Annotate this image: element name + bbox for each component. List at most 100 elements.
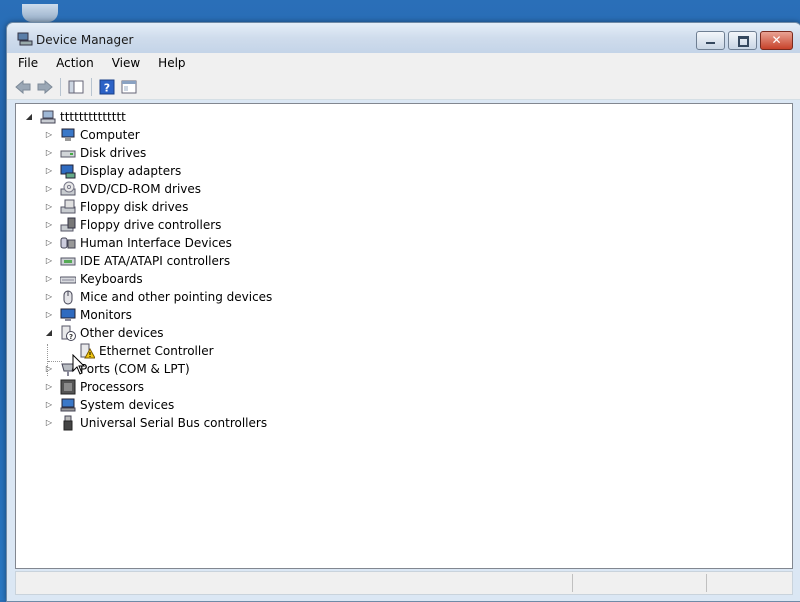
expand-arrow-icon[interactable]: ▷ <box>44 274 54 284</box>
device-manager-window: Device Manager ✕ File Action View Help ? <box>6 22 800 602</box>
tree-item-ide-controllers[interactable]: ▷ IDE ATA/ATAPI controllers <box>44 252 230 270</box>
minimize-button[interactable] <box>696 31 725 50</box>
tree-item-label: Processors <box>80 380 145 394</box>
expand-arrow-icon[interactable]: ▷ <box>44 364 54 374</box>
console-tree-icon <box>68 80 84 94</box>
tree-item-label: Computer <box>80 128 140 142</box>
expand-arrow-icon[interactable]: ▷ <box>44 130 54 140</box>
toolbar-separator <box>91 78 92 96</box>
tree-item-processors[interactable]: ▷ Processors <box>44 378 144 396</box>
tree-item-label: Floppy drive controllers <box>80 218 222 232</box>
menu-file[interactable]: File <box>7 53 45 75</box>
tree-item-computer[interactable]: ▷ Computer <box>44 126 140 144</box>
recycle-bin-icon[interactable] <box>22 4 58 22</box>
status-divider <box>706 574 707 592</box>
tree-item-label: Floppy disk drives <box>80 200 189 214</box>
expand-arrow-icon[interactable]: ▷ <box>44 418 54 428</box>
expand-arrow-icon[interactable]: ▷ <box>44 220 54 230</box>
toolbar: ? <box>7 75 800 100</box>
maximize-icon <box>738 36 749 47</box>
tree-item-ethernet-controller[interactable]: Ethernet Controller <box>79 342 214 360</box>
help-button[interactable]: ? <box>96 77 118 97</box>
floppy-disk-icon <box>60 199 76 214</box>
status-bar <box>15 571 793 595</box>
expand-arrow-icon[interactable]: ▷ <box>44 400 54 410</box>
expand-arrow-icon[interactable]: ▷ <box>44 256 54 266</box>
tree-item-ports[interactable]: ▷ Ports (COM & LPT) <box>44 360 190 378</box>
tree-item-mice[interactable]: ▷ Mice and other pointing devices <box>44 288 272 306</box>
tree-item-usb-controllers[interactable]: ▷ Universal Serial Bus controllers <box>44 414 267 432</box>
tree-item-keyboards[interactable]: ▷ Keyboards <box>44 270 143 288</box>
expand-arrow-icon[interactable]: ▷ <box>44 148 54 158</box>
tree-item-floppy-drive-controllers[interactable]: ▷ Floppy drive controllers <box>44 216 221 234</box>
keyboard-icon <box>60 276 76 284</box>
status-divider <box>572 574 573 592</box>
svg-text:?: ? <box>104 82 110 95</box>
forward-arrow-icon <box>37 80 53 94</box>
expand-arrow-icon[interactable]: ▷ <box>44 184 54 194</box>
tree-item-monitors[interactable]: ▷ Monitors <box>44 306 132 324</box>
menu-action[interactable]: Action <box>45 53 101 75</box>
toolbar-separator <box>60 78 61 96</box>
tree-item-label: Display adapters <box>80 164 182 178</box>
menu-view[interactable]: View <box>101 53 147 75</box>
close-button[interactable]: ✕ <box>760 31 793 50</box>
tree-item-label: Universal Serial Bus controllers <box>80 416 268 430</box>
display-adapter-icon <box>60 164 76 179</box>
expand-arrow-icon[interactable]: ▷ <box>44 202 54 212</box>
maximize-button[interactable] <box>728 31 757 50</box>
window-title: Device Manager <box>36 33 134 47</box>
mouse-icon <box>63 290 73 305</box>
tree-item-label: DVD/CD-ROM drives <box>80 182 202 196</box>
disk-drive-icon <box>60 150 76 158</box>
floppy-controller-icon <box>60 217 76 232</box>
ide-controller-icon <box>60 257 76 266</box>
properties-icon <box>121 80 137 94</box>
tree-item-human-interface-devices[interactable]: ▷ Human Interface Devices <box>44 234 232 252</box>
collapse-arrow-icon[interactable]: ◢ <box>44 328 54 338</box>
menu-bar: File Action View Help <box>7 53 800 75</box>
tree-item-label: Ports (COM & LPT) <box>80 362 190 376</box>
tree-item-label: IDE ATA/ATAPI controllers <box>80 254 231 268</box>
tree-item-dvd-drives[interactable]: ▷ DVD/CD-ROM drives <box>44 180 201 198</box>
unknown-device-icon: ? <box>61 325 76 341</box>
tree-item-label: System devices <box>80 398 175 412</box>
hid-icon <box>60 237 76 249</box>
expand-arrow-icon[interactable]: ▷ <box>44 292 54 302</box>
dvd-drive-icon <box>60 181 76 196</box>
forward-button[interactable] <box>34 77 56 97</box>
expand-arrow-icon[interactable]: ▷ <box>44 238 54 248</box>
tree-item-floppy-disk-drives[interactable]: ▷ Floppy disk drives <box>44 198 188 216</box>
tree-item-label: Human Interface Devices <box>80 236 232 250</box>
computer-root-icon <box>40 110 56 124</box>
tree-item-label: Other devices <box>80 326 164 340</box>
expand-arrow-icon[interactable]: ▷ <box>44 382 54 392</box>
device-tree[interactable]: ◢ tttttttttttttt ▷ Computer ▷ Disk drive… <box>15 103 793 569</box>
tree-item-other-devices[interactable]: ◢ ? Other devices <box>44 324 164 342</box>
title-bar[interactable]: Device Manager ✕ <box>7 23 800 53</box>
expand-arrow-icon[interactable]: ▷ <box>44 166 54 176</box>
collapse-arrow-icon[interactable]: ◢ <box>24 112 34 122</box>
tree-item-label: Monitors <box>80 308 132 322</box>
device-manager-icon <box>17 32 33 46</box>
tree-item-disk-drives[interactable]: ▷ Disk drives <box>44 144 146 162</box>
tree-item-system-devices[interactable]: ▷ System devices <box>44 396 174 414</box>
tree-item-label: Disk drives <box>80 146 147 160</box>
close-icon: ✕ <box>771 33 782 47</box>
help-icon: ? <box>99 79 115 95</box>
tree-item-label: Mice and other pointing devices <box>80 290 273 304</box>
monitor-icon <box>60 308 76 321</box>
menu-help[interactable]: Help <box>147 53 192 75</box>
tree-root[interactable]: ◢ tttttttttttttt <box>24 108 126 126</box>
processor-icon <box>60 379 76 395</box>
tree-item-display-adapters[interactable]: ▷ Display adapters <box>44 162 181 180</box>
back-arrow-icon <box>15 80 31 94</box>
back-button[interactable] <box>12 77 34 97</box>
properties-button[interactable] <box>118 77 140 97</box>
usb-icon <box>63 415 73 431</box>
svg-text:?: ? <box>69 333 73 341</box>
mouse-pointer-icon <box>72 354 86 375</box>
tree-item-label: Ethernet Controller <box>99 344 214 358</box>
show-hide-tree-button[interactable] <box>65 77 87 97</box>
expand-arrow-icon[interactable]: ▷ <box>44 310 54 320</box>
